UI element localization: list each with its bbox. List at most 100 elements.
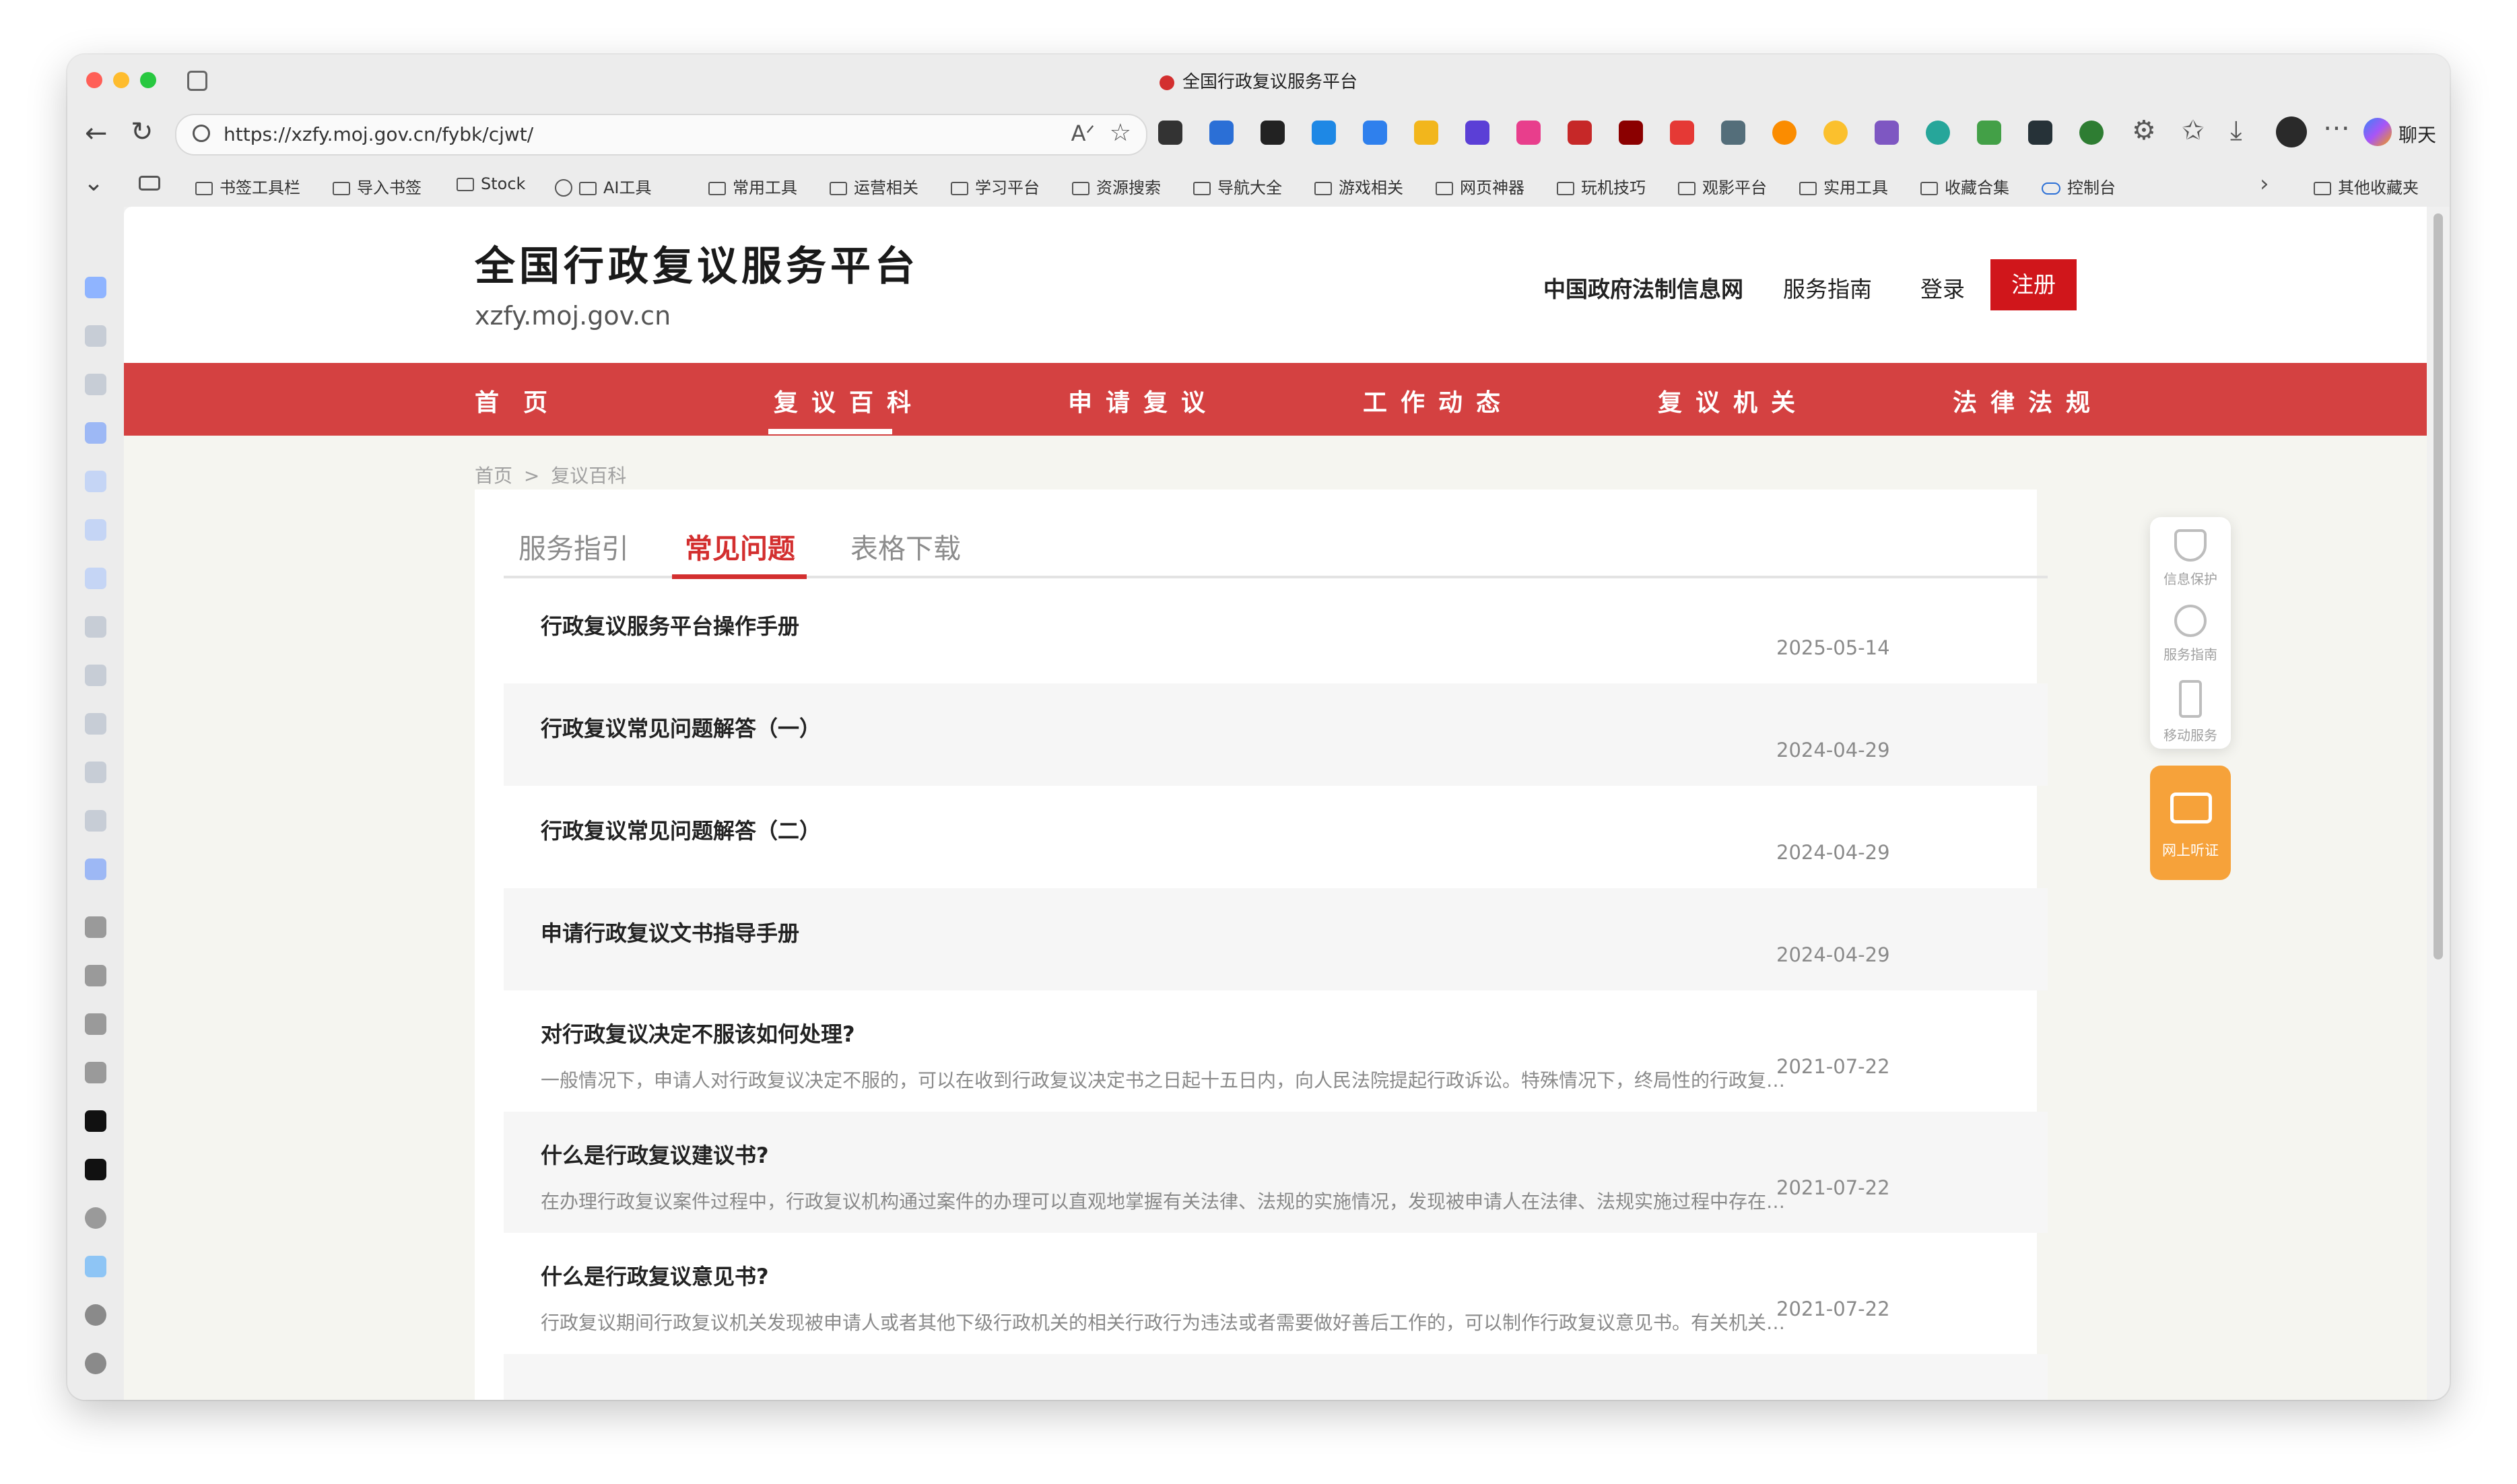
nav-news[interactable]: 工作动态 — [1363, 383, 1514, 418]
avatar[interactable] — [2276, 116, 2307, 147]
bookmark-folder[interactable]: 学习平台 — [951, 174, 1040, 198]
tab-favicon-icon[interactable] — [85, 374, 106, 395]
info-protection-button[interactable]: 信息保护 — [2150, 529, 2231, 588]
list-item[interactable] — [504, 1354, 2048, 1400]
list-item-title[interactable]: 行政复议常见问题解答（一） — [541, 712, 821, 743]
tab-favicon-icon[interactable] — [85, 422, 106, 444]
login-link[interactable]: 登录 — [1920, 271, 1965, 304]
tab-favicon-icon[interactable] — [85, 810, 106, 832]
extension-icon[interactable] — [1158, 121, 1182, 145]
bookmark-folder[interactable]: 书签工具栏 — [195, 174, 300, 198]
extension-icon[interactable] — [1823, 121, 1848, 145]
copilot-icon[interactable] — [2363, 118, 2392, 146]
list-item[interactable]: 对行政复议决定不服该如何处理? 一般情况下，申请人对行政复议决定不服的，可以在收… — [504, 990, 2048, 1112]
url-text[interactable]: https://xzfy.moj.gov.cn/fybk/cjwt/ — [224, 123, 533, 145]
list-item-title[interactable]: 什么是行政复议意见书? — [541, 1260, 769, 1291]
downloads-icon[interactable]: ⤓ — [2230, 115, 2242, 146]
nav-laws[interactable]: 法律法规 — [1953, 383, 2104, 418]
tab-favicon-icon[interactable] — [85, 1207, 106, 1229]
list-item-title[interactable]: 什么是行政复议建议书? — [541, 1139, 769, 1170]
list-item-title[interactable]: 行政复议服务平台操作手册 — [541, 609, 799, 640]
chevron-right-icon[interactable]: › — [2260, 170, 2269, 197]
mobile-service-button[interactable]: 移动服务 — [2150, 680, 2231, 744]
bookmark-folder[interactable]: 导航大全 — [1193, 174, 1282, 198]
list-item-title[interactable]: 行政复议常见问题解答（二） — [541, 814, 821, 845]
extension-icon[interactable] — [1261, 121, 1285, 145]
bookmark-folder[interactable]: 网页神器 — [1436, 174, 1524, 198]
bookmark-folder[interactable]: 运营相关 — [830, 174, 918, 198]
terminal-extension-icon[interactable] — [2028, 121, 2052, 145]
extension-icon[interactable] — [1619, 121, 1643, 145]
chevron-down-icon[interactable]: ⌄ — [83, 169, 104, 197]
nav-home[interactable]: 首 页 — [475, 383, 547, 418]
x-icon[interactable] — [85, 916, 106, 938]
back-icon[interactable]: ← — [85, 118, 108, 149]
nav-encyclopedia[interactable]: 复议百科 — [774, 383, 925, 418]
list-item-title[interactable]: 对行政复议决定不服该如何处理? — [541, 1017, 855, 1048]
list-item[interactable]: 什么是行政复议建议书? 在办理行政复议案件过程中，行政复议机构通过案件的办理可以… — [504, 1112, 2048, 1233]
list-item[interactable]: 行政复议常见问题解答（二） 2024-04-29 — [504, 786, 2048, 888]
tab-favicon-icon[interactable] — [85, 665, 106, 686]
bookmark-folder[interactable]: 常用工具 — [708, 174, 797, 198]
list-item[interactable]: 行政复议常见问题解答（一） 2024-04-29 — [504, 683, 2048, 786]
site-info-icon[interactable] — [193, 125, 210, 142]
extensions-puzzle-icon[interactable]: ⚙ — [2132, 115, 2156, 146]
other-bookmarks-folder[interactable]: 其他收藏夹 — [2314, 174, 2419, 198]
tab-favicon-icon[interactable] — [85, 1256, 106, 1277]
extension-icon[interactable] — [1721, 121, 1745, 145]
tab-favicon-icon[interactable] — [85, 858, 106, 880]
list-item[interactable]: 行政复议服务平台操作手册 2025-05-14 — [504, 581, 2048, 683]
list-item-title[interactable]: 申请行政复议文书指导手册 — [541, 916, 799, 947]
service-guide-link[interactable]: 服务指南 — [1783, 271, 1872, 304]
tab-favicon-icon[interactable] — [85, 1110, 106, 1132]
extension-icon[interactable] — [1363, 121, 1387, 145]
extension-icon[interactable] — [1568, 121, 1592, 145]
favorite-star-icon[interactable]: ☆ — [1110, 119, 1131, 147]
github-icon[interactable] — [85, 1304, 106, 1326]
reading-list-icon[interactable] — [139, 176, 160, 191]
nav-agencies[interactable]: 复议机关 — [1658, 383, 1809, 418]
extension-icon[interactable] — [2079, 121, 2104, 145]
bookmark-folder[interactable]: 观影平台 — [1678, 174, 1767, 198]
tab-favicon-icon[interactable] — [85, 519, 106, 541]
x-icon[interactable] — [85, 965, 106, 986]
tab-faq[interactable]: 常见问题 — [685, 526, 795, 566]
tab-favicon-icon[interactable] — [85, 568, 106, 589]
page-scrollbar[interactable] — [2434, 213, 2443, 959]
extension-icon[interactable] — [1414, 121, 1438, 145]
service-guide-button[interactable]: 服务指南 — [2150, 605, 2231, 663]
bookmark-folder[interactable]: 实用工具 — [1799, 174, 1888, 198]
tab-favicon-icon[interactable] — [85, 471, 106, 492]
extension-icon[interactable] — [1772, 121, 1797, 145]
tab-favicon-icon[interactable] — [85, 325, 106, 347]
github-icon[interactable] — [85, 1353, 106, 1374]
chat-label[interactable]: 聊天 — [2398, 121, 2436, 147]
bookmark-folder[interactable]: 玩机技巧 — [1557, 174, 1646, 198]
extension-icon[interactable] — [1209, 121, 1234, 145]
online-hearing-button[interactable]: 网上听证 — [2150, 766, 2231, 880]
list-item[interactable]: 申请行政复议文书指导手册 2024-04-29 — [504, 888, 2048, 990]
bookmark-folder[interactable]: 导入书签 — [333, 174, 422, 198]
tab-form-download[interactable]: 表格下载 — [850, 526, 961, 566]
nav-apply[interactable]: 申请复议 — [1068, 383, 1219, 418]
x-icon[interactable] — [85, 1062, 106, 1083]
tab-service-guide[interactable]: 服务指引 — [518, 526, 629, 566]
extension-icon[interactable] — [1516, 121, 1541, 145]
site-title[interactable]: 全国行政复议服务平台 — [475, 234, 919, 292]
reload-icon[interactable]: ↻ — [131, 116, 154, 147]
read-aloud-icon[interactable]: Aᐟ — [1071, 121, 1095, 146]
extension-icon[interactable] — [1926, 121, 1950, 145]
bookmark-folder[interactable]: 资源搜索 — [1072, 174, 1161, 198]
bookmark-folder[interactable]: 游戏相关 — [1314, 174, 1403, 198]
tab-favicon-icon[interactable] — [85, 277, 106, 298]
extension-icon[interactable] — [1465, 121, 1489, 145]
tab-favicon-icon[interactable] — [85, 1159, 106, 1180]
breadcrumb-home[interactable]: 首页 — [475, 465, 512, 487]
bookmark-link[interactable]: 控制台 — [2042, 174, 2116, 198]
bookmark-folder[interactable]: AI工具 — [555, 174, 652, 198]
list-item[interactable]: 什么是行政复议意见书? 行政复议期间行政复议机关发现被申请人或者其他下级行政机关… — [504, 1233, 2048, 1354]
tab-favicon-icon[interactable] — [85, 762, 106, 783]
extension-icon[interactable] — [1670, 121, 1694, 145]
extension-icon[interactable] — [1875, 121, 1899, 145]
extension-icon[interactable] — [1977, 121, 2001, 145]
